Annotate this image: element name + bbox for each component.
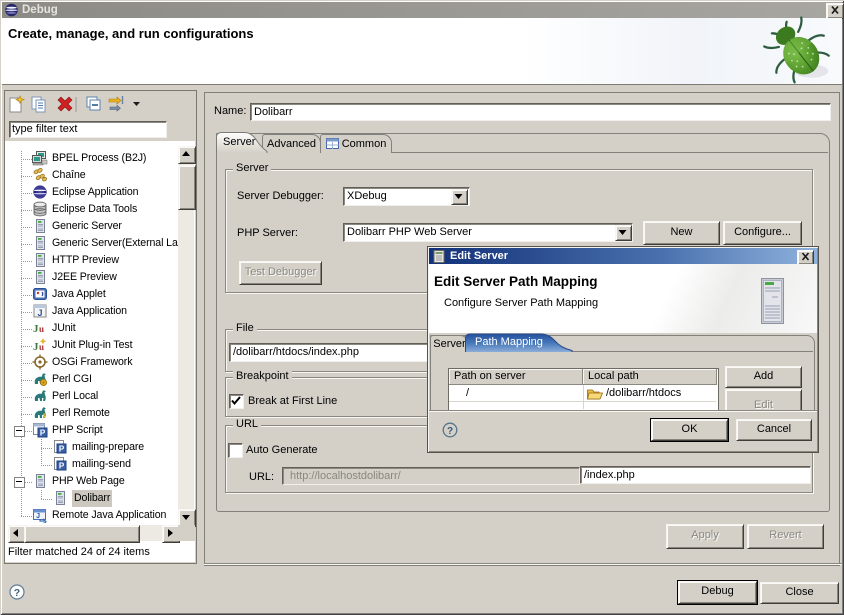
svg-text:P: P xyxy=(59,462,65,471)
svg-text:J: J xyxy=(36,513,40,520)
svg-text:J: J xyxy=(38,308,43,318)
svg-text:?: ? xyxy=(14,587,20,599)
svg-text:P: P xyxy=(40,429,46,438)
svg-text:?: ? xyxy=(447,426,453,437)
svg-text:u: u xyxy=(39,324,44,334)
svg-text:P: P xyxy=(59,445,65,454)
